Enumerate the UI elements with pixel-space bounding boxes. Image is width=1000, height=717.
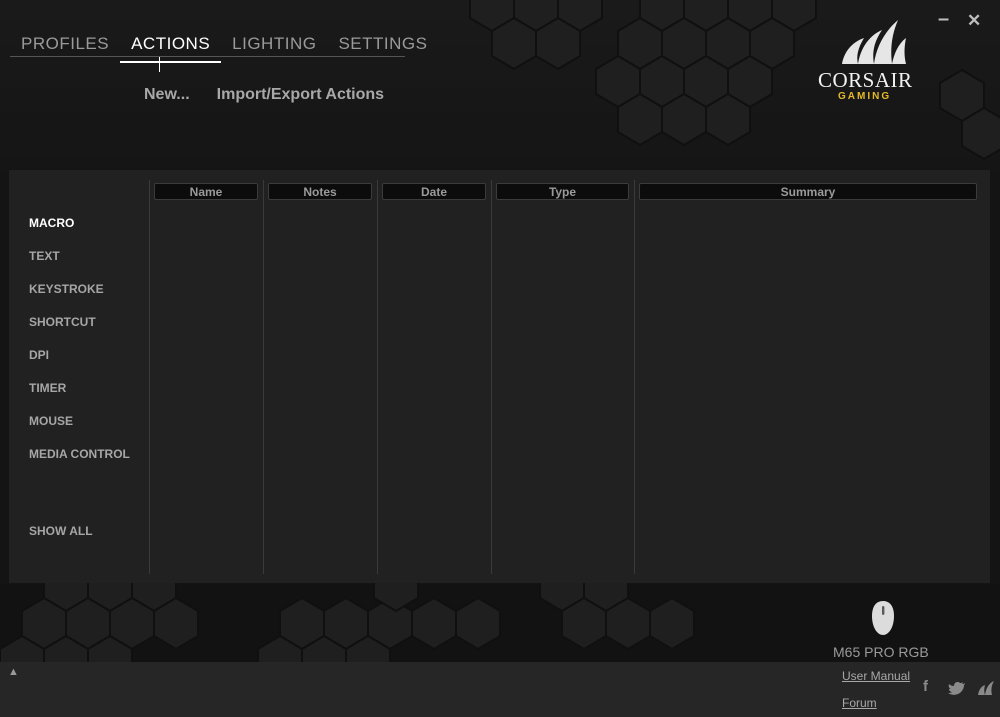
- column-header-type[interactable]: Type: [496, 183, 629, 200]
- mouse-icon[interactable]: [870, 600, 896, 636]
- tab-actions[interactable]: ACTIONS: [120, 32, 222, 63]
- brand-tagline: GAMING: [838, 91, 892, 102]
- category-keystroke[interactable]: KEYSTROKE: [29, 282, 104, 296]
- column-divider: [634, 180, 635, 574]
- import-export-button[interactable]: Import/Export Actions: [217, 86, 384, 104]
- action-toolbar: New... Import/Export Actions: [144, 86, 384, 104]
- category-macro[interactable]: MACRO: [29, 216, 74, 230]
- column-divider: [263, 180, 264, 574]
- device-name: M65 PRO RGB: [833, 644, 929, 660]
- tab-settings[interactable]: SETTINGS: [327, 32, 438, 63]
- category-text[interactable]: TEXT: [29, 249, 60, 263]
- category-dpi[interactable]: DPI: [29, 348, 49, 362]
- category-mouse[interactable]: MOUSE: [29, 414, 73, 428]
- column-header-summary[interactable]: Summary: [639, 183, 977, 200]
- expand-arrow-icon[interactable]: ▲: [8, 666, 19, 678]
- tab-profiles[interactable]: PROFILES: [10, 32, 120, 63]
- column-header-date[interactable]: Date: [382, 183, 486, 200]
- forum-link[interactable]: Forum: [842, 696, 877, 710]
- minimize-button[interactable]: –: [938, 8, 949, 31]
- category-media-control[interactable]: MEDIA CONTROL: [29, 447, 130, 461]
- close-button[interactable]: ✕: [967, 11, 981, 31]
- main-nav: PROFILES ACTIONS LIGHTING SETTINGS: [10, 32, 438, 63]
- tab-lighting[interactable]: LIGHTING: [221, 32, 327, 63]
- column-divider: [491, 180, 492, 574]
- column-divider: [149, 180, 150, 574]
- facebook-icon[interactable]: f: [923, 678, 928, 695]
- new-action-button[interactable]: New...: [144, 86, 190, 104]
- show-all-button[interactable]: SHOW ALL: [29, 524, 93, 538]
- actions-panel: MACRO TEXT KEYSTROKE SHORTCUT DPI TIMER …: [9, 170, 990, 583]
- column-divider: [377, 180, 378, 574]
- corsair-icon[interactable]: [976, 680, 996, 696]
- active-tab-indicator: [159, 57, 160, 72]
- column-header-notes[interactable]: Notes: [268, 183, 372, 200]
- category-shortcut[interactable]: SHORTCUT: [29, 315, 96, 329]
- brand-name: CORSAIR: [818, 68, 913, 92]
- twitter-icon[interactable]: [948, 681, 966, 695]
- column-header-name[interactable]: Name: [154, 183, 258, 200]
- category-timer[interactable]: TIMER: [29, 381, 66, 395]
- user-manual-link[interactable]: User Manual: [842, 669, 910, 683]
